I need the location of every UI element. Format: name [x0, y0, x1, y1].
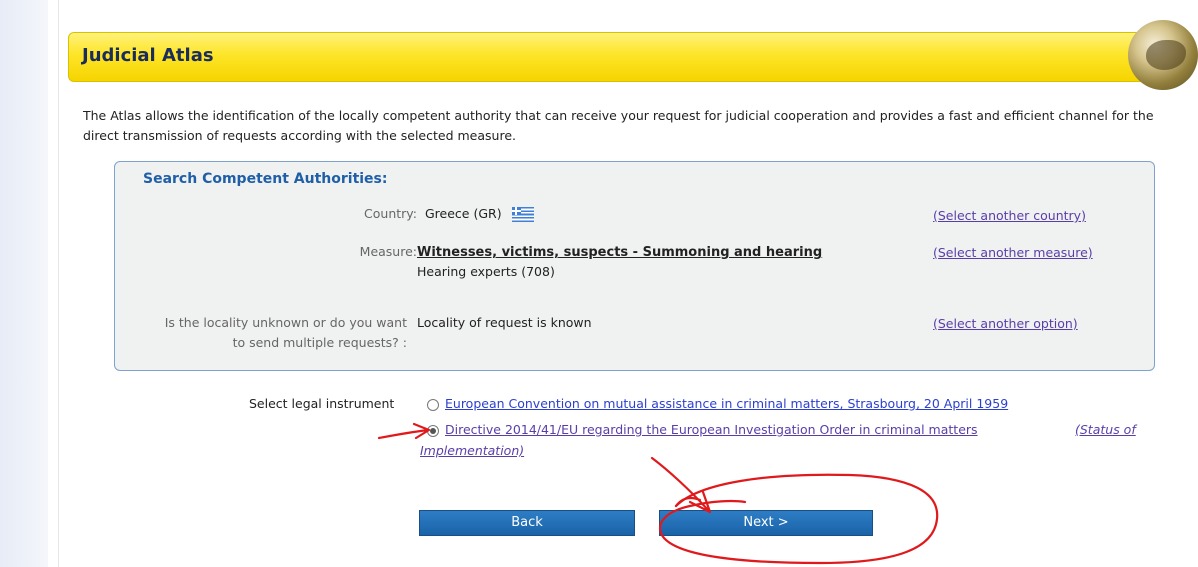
measure-value: Witnesses, victims, suspects - Summoning… — [417, 245, 823, 260]
country-value: Greece (GR) — [425, 206, 502, 221]
globe-icon — [1128, 20, 1198, 90]
intro-text: The Atlas allows the identification of t… — [83, 108, 1154, 143]
status-of-implementation-link-part1[interactable]: (Status of — [1075, 422, 1136, 437]
status-of-implementation-link-part2[interactable]: Implementation) — [420, 443, 524, 458]
greece-flag-icon — [511, 207, 534, 222]
content-left-border — [58, 0, 59, 567]
directive-eio-link[interactable]: Directive 2014/41/EU regarding the Europ… — [445, 422, 978, 437]
title-bar: Judicial Atlas — [68, 32, 1186, 82]
back-button[interactable]: Back — [419, 510, 635, 536]
red-arrow-to-next — [650, 456, 712, 514]
next-button[interactable]: Next > — [659, 510, 873, 536]
page-title: Judicial Atlas — [82, 45, 214, 66]
select-another-country-link[interactable]: (Select another country) — [933, 208, 1086, 223]
search-panel-title: Search Competent Authorities: — [143, 171, 388, 187]
locality-label-line2: to send multiple requests? : — [232, 335, 407, 350]
country-value-wrap: Greece (GR) — [425, 203, 534, 225]
european-convention-link[interactable]: European Convention on mutual assistance… — [445, 396, 1008, 411]
legal-instrument-label: Select legal instrument — [249, 396, 395, 411]
select-another-option-link[interactable]: (Select another option) — [933, 316, 1078, 331]
locality-value: Locality of request is known — [417, 315, 592, 330]
select-another-measure-link[interactable]: (Select another measure) — [933, 245, 1093, 260]
measure-subvalue: Hearing experts (708) — [417, 264, 555, 279]
measure-label: Measure: — [359, 244, 417, 259]
red-arrow-to-radio — [377, 422, 431, 440]
locality-label-line1: Is the locality unknown or do you want — [164, 315, 407, 330]
left-sidebar-strip — [0, 0, 48, 567]
country-label: Country: — [364, 206, 417, 221]
radio-european-convention[interactable] — [427, 399, 439, 411]
radio-directive-eio[interactable] — [427, 425, 439, 437]
